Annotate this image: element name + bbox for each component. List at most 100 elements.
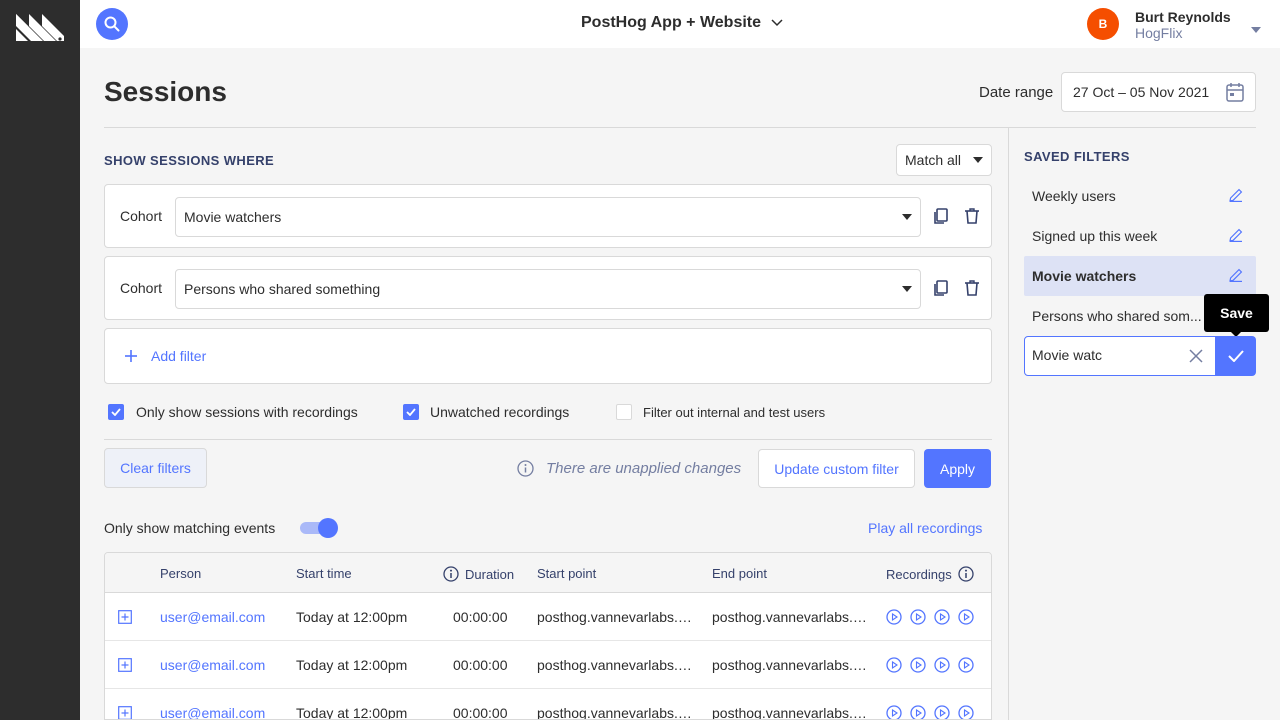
- person-link[interactable]: user@email.com: [160, 609, 285, 625]
- cohort-select[interactable]: Movie watchers: [175, 197, 921, 237]
- add-filter-button[interactable]: Add filter: [125, 348, 206, 364]
- play-recording-icon[interactable]: [886, 609, 902, 625]
- play-recording-icon[interactable]: [958, 657, 974, 673]
- unwatched-checkbox[interactable]: [403, 404, 419, 420]
- column-header-duration[interactable]: Duration: [443, 566, 514, 582]
- play-recording-icon[interactable]: [910, 657, 926, 673]
- start-point-cell: posthog.vannevarlabs.com: [537, 609, 692, 625]
- user-name[interactable]: Burt Reynolds: [1135, 9, 1231, 25]
- header-divider: [104, 127, 1256, 128]
- close-icon[interactable]: [1189, 349, 1203, 363]
- add-filter-label: Add filter: [151, 348, 207, 364]
- recordings-only-checkbox[interactable]: [108, 404, 124, 420]
- expand-row-icon[interactable]: [118, 610, 132, 624]
- trash-icon[interactable]: [965, 280, 979, 296]
- person-link[interactable]: user@email.com: [160, 657, 285, 673]
- info-icon: [517, 460, 534, 477]
- edit-icon[interactable]: [1229, 188, 1243, 202]
- search-icon: [104, 16, 120, 32]
- rename-filter-field[interactable]: [1024, 336, 1216, 376]
- end-point-cell: posthog.vannevarlabs.com: [712, 705, 867, 720]
- column-header-end-point[interactable]: End point: [712, 566, 767, 581]
- cohort-select[interactable]: Persons who shared something: [175, 269, 921, 309]
- play-recording-icon[interactable]: [934, 609, 950, 625]
- sidebar: [0, 0, 80, 720]
- check-icon: [406, 408, 416, 416]
- search-button[interactable]: [96, 8, 128, 40]
- start-point-cell: posthog.vannevarlabs.com: [537, 705, 692, 720]
- play-recording-icon[interactable]: [934, 705, 950, 720]
- recordings-cell: [886, 657, 974, 673]
- trash-icon[interactable]: [965, 208, 979, 224]
- play-recording-icon[interactable]: [886, 657, 902, 673]
- play-recording-icon[interactable]: [910, 609, 926, 625]
- checkbox-label: Filter out internal and test users: [643, 405, 826, 420]
- save-tooltip: Save: [1204, 294, 1269, 332]
- saved-filter-item[interactable]: Signed up this week: [1024, 216, 1256, 256]
- duplicate-icon[interactable]: [933, 280, 949, 297]
- expand-row-icon[interactable]: [118, 706, 132, 720]
- column-header-recordings[interactable]: Recordings: [886, 566, 974, 582]
- edit-icon[interactable]: [1229, 268, 1243, 282]
- page-title: Sessions: [104, 76, 227, 107]
- person-link[interactable]: user@email.com: [160, 705, 285, 719]
- play-recording-icon[interactable]: [934, 657, 950, 673]
- saved-filter-item[interactable]: Weekly users: [1024, 176, 1256, 216]
- posthog-logo[interactable]: [16, 14, 64, 49]
- clear-filters-button[interactable]: Clear filters: [104, 448, 207, 488]
- date-range-value: 27 Oct – 05 Nov 2021: [1073, 84, 1210, 100]
- expand-row-icon[interactable]: [118, 658, 132, 672]
- project-switcher[interactable]: PostHog App + Website: [581, 14, 783, 32]
- match-mode-value: Match all: [905, 152, 962, 168]
- save-rename-button[interactable]: [1216, 336, 1256, 376]
- saved-filter-label: Signed up this week: [1032, 228, 1158, 244]
- column-header-start-time[interactable]: Start time: [296, 566, 352, 581]
- checkbox-label: Only show sessions with recordings: [136, 404, 358, 420]
- cohort-select-value: Movie watchers: [184, 209, 282, 225]
- column-header-start-point[interactable]: Start point: [537, 566, 596, 581]
- filter-type-label: Cohort: [120, 208, 163, 224]
- date-range-picker[interactable]: 27 Oct – 05 Nov 2021: [1061, 72, 1256, 112]
- match-mode-select[interactable]: Match all: [896, 144, 992, 176]
- duplicate-icon[interactable]: [933, 208, 949, 225]
- saved-filters-title: SAVED FILTERS: [1024, 149, 1130, 164]
- top-bar: PostHog App + Website B Burt Reynolds Ho…: [80, 0, 1280, 48]
- rename-filter-input[interactable]: [1032, 347, 1182, 363]
- play-recording-icon[interactable]: [910, 705, 926, 720]
- edit-icon[interactable]: [1229, 228, 1243, 242]
- start-time-cell: Today at 12:00pm: [296, 705, 408, 720]
- play-recording-icon[interactable]: [958, 609, 974, 625]
- filters-section-title: SHOW SESSIONS WHERE: [104, 153, 275, 168]
- play-all-recordings-link[interactable]: Play all recordings: [868, 520, 982, 536]
- matching-events-toggle[interactable]: [300, 518, 338, 538]
- unapplied-notice: There are unapplied changes: [517, 460, 741, 477]
- saved-filter-item-active[interactable]: Movie watchers: [1024, 256, 1256, 296]
- saved-filter-item-truncated[interactable]: Persons who shared som...: [1032, 308, 1202, 324]
- column-header-person[interactable]: Person: [160, 566, 201, 581]
- avatar[interactable]: B: [1087, 8, 1119, 40]
- duration-cell: 00:00:00: [453, 609, 508, 625]
- table-row[interactable]: user@email.com Today at 12:00pm 00:00:00…: [105, 641, 991, 689]
- filter-internal-checkbox[interactable]: [616, 404, 632, 420]
- apply-button[interactable]: Apply: [924, 449, 991, 488]
- check-icon: [111, 408, 121, 416]
- table-row[interactable]: user@email.com Today at 12:00pm 00:00:00…: [105, 689, 991, 720]
- calendar-icon: [1226, 83, 1244, 102]
- duration-header-label: Duration: [465, 566, 515, 582]
- caret-down-icon[interactable]: [1251, 20, 1261, 38]
- chevron-down-icon: [771, 19, 783, 27]
- play-recording-icon[interactable]: [886, 705, 902, 720]
- saved-filter-label: Movie watchers: [1032, 268, 1137, 284]
- play-recording-icon[interactable]: [958, 705, 974, 720]
- checkbox-label: Unwatched recordings: [430, 404, 570, 420]
- update-custom-filter-button[interactable]: Update custom filter: [758, 449, 915, 488]
- duration-cell: 00:00:00: [453, 657, 508, 673]
- filter-type-label: Cohort: [120, 280, 163, 296]
- table-row[interactable]: user@email.com Today at 12:00pm 00:00:00…: [105, 593, 991, 641]
- unapplied-text: There are unapplied changes: [546, 460, 742, 477]
- start-time-cell: Today at 12:00pm: [296, 609, 408, 625]
- duration-cell: 00:00:00: [453, 705, 508, 720]
- saved-filter-label: Weekly users: [1032, 188, 1116, 204]
- recordings-cell: [886, 705, 974, 720]
- plus-icon: [125, 350, 137, 362]
